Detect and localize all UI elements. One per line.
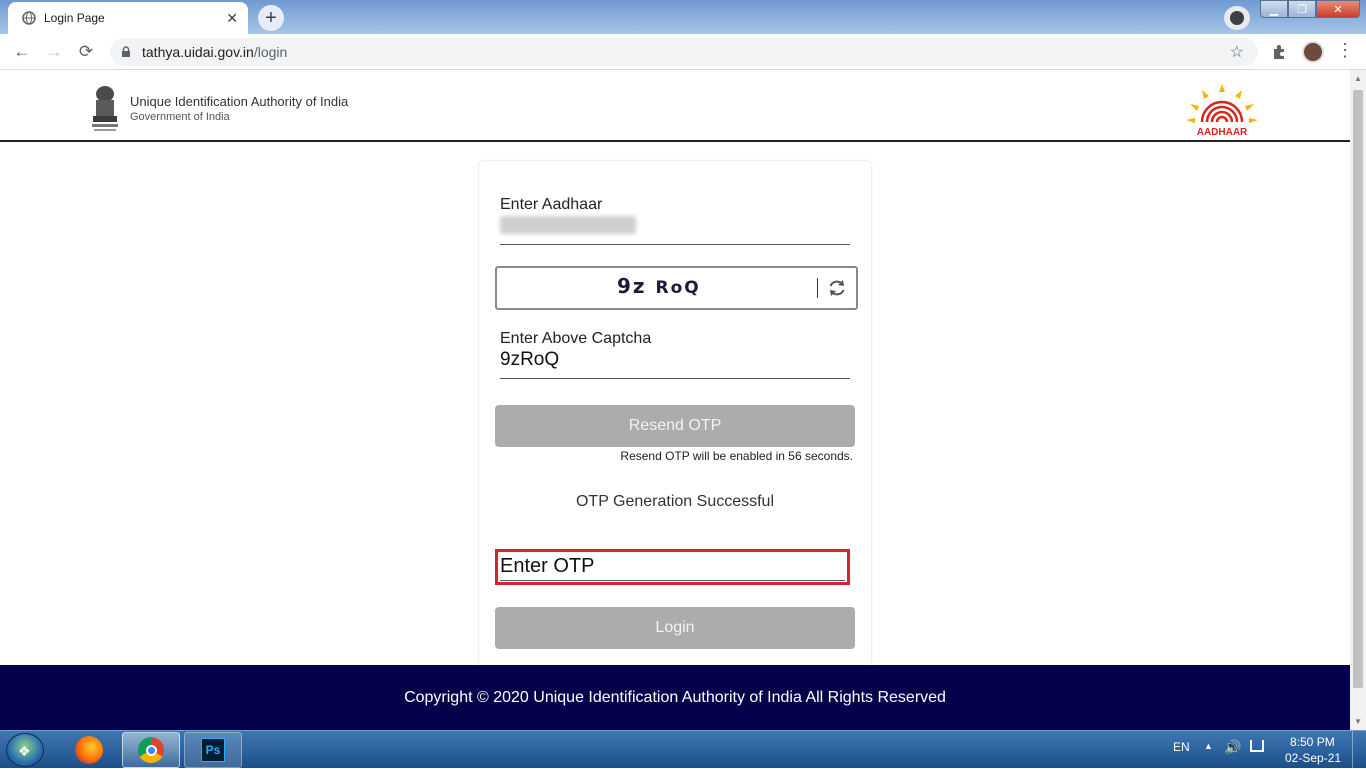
emblem-icon [92,86,118,131]
otp-input[interactable] [500,553,845,581]
browser-tab[interactable]: Login Page ✕ [8,2,248,34]
start-button[interactable]: ❖ [6,733,44,767]
captcha-separator [817,278,818,298]
browser-toolbar: ← → ⟳ tathya.uidai.gov.in/login ☆ ⋮ [0,34,1366,70]
scroll-thumb[interactable] [1353,90,1363,688]
taskbar-firefox[interactable] [60,732,118,768]
captcha-box: 9z RoQ [495,266,858,310]
org-subtitle: Government of India [130,111,230,123]
captcha-label: Enter Above Captcha [500,330,652,347]
language-indicator[interactable]: EN [1173,740,1190,754]
otp-field-highlight [495,549,850,585]
aadhaar-field-underline [500,244,850,245]
network-icon[interactable] [1250,740,1264,752]
star-icon[interactable]: ☆ [1230,42,1244,62]
aadhaar-field-value-redacted[interactable] [500,216,636,234]
tray-expand-icon[interactable]: ▲ [1204,741,1213,751]
captcha-image-part2: RoQ [655,278,701,298]
chrome-icon [138,737,164,763]
web-page: Unique Identification Authority of India… [0,70,1350,730]
minimize-button[interactable]: ▁ [1260,0,1288,18]
url-host: tathya.uidai.gov.in [142,44,254,60]
photoshop-icon: Ps [201,738,225,762]
url-path: /login [253,44,288,60]
captcha-image-part1: 9z [617,274,647,298]
chevron-down-icon [1230,11,1244,25]
forward-icon[interactable]: → [42,40,66,64]
scroll-up-icon[interactable]: ▲ [1354,74,1362,83]
aadhaar-logo-text: AADHAAR [1197,127,1248,138]
new-tab-button[interactable]: + [258,5,284,31]
resend-otp-button[interactable]: Resend OTP [495,405,855,447]
browser-menu-icon[interactable]: ⋮ [1336,40,1354,61]
window-controls: ▁ ❐ ✕ [1260,0,1360,18]
otp-status-message: OTP Generation Successful [575,493,775,510]
windows-flag-icon: ❖ [18,743,31,759]
profile-avatar[interactable] [1302,41,1324,63]
show-desktop-button[interactable] [1352,731,1366,769]
page-scrollbar[interactable]: ▲ ▼ [1350,70,1366,730]
firefox-icon [75,736,103,764]
taskbar-photoshop[interactable]: Ps [184,732,242,768]
globe-icon [22,11,36,25]
scroll-down-icon[interactable]: ▼ [1354,717,1362,726]
tab-close-icon[interactable]: ✕ [226,10,238,27]
lock-icon[interactable] [120,46,132,58]
org-name: Unique Identification Authority of India [130,94,349,109]
refresh-icon[interactable] [826,277,848,299]
window-close-button[interactable]: ✕ [1316,0,1360,18]
tab-search-button[interactable] [1224,6,1250,30]
clock-date[interactable]: 02-Sep-21 [1285,751,1341,765]
clock-time[interactable]: 8:50 PM [1290,735,1335,749]
copyright-text: Copyright © 2020 Unique Identification A… [404,688,946,706]
site-header: Unique Identification Authority of India… [0,70,1350,142]
browser-tabstrip: Login Page ✕ + ▁ ❐ ✕ [0,0,1366,34]
captcha-field-underline [500,378,850,379]
taskbar-chrome[interactable] [122,732,180,768]
back-icon[interactable]: ← [10,40,34,64]
restore-button[interactable]: ❐ [1288,0,1316,18]
aadhaar-logo-icon: AADHAAR [1186,84,1258,138]
extensions-icon[interactable] [1270,42,1290,62]
login-button[interactable]: Login [495,607,855,649]
site-footer: Copyright © 2020 Unique Identification A… [0,665,1350,730]
resend-otp-note: Resend OTP will be enabled in 56 seconds… [620,449,853,463]
captcha-input[interactable]: 9zRoQ [500,349,559,371]
aadhaar-label: Enter Aadhaar [500,196,603,213]
windows-taskbar: ❖ Ps EN ▲ 🔊 8:50 PM 02-Sep-21 [0,730,1366,769]
volume-icon[interactable]: 🔊 [1224,739,1241,756]
captcha-image: 9z RoQ [617,274,701,298]
tab-title: Login Page [44,11,105,25]
reload-icon[interactable]: ⟳ [74,40,98,64]
address-bar[interactable]: tathya.uidai.gov.in/login ☆ [110,38,1258,66]
